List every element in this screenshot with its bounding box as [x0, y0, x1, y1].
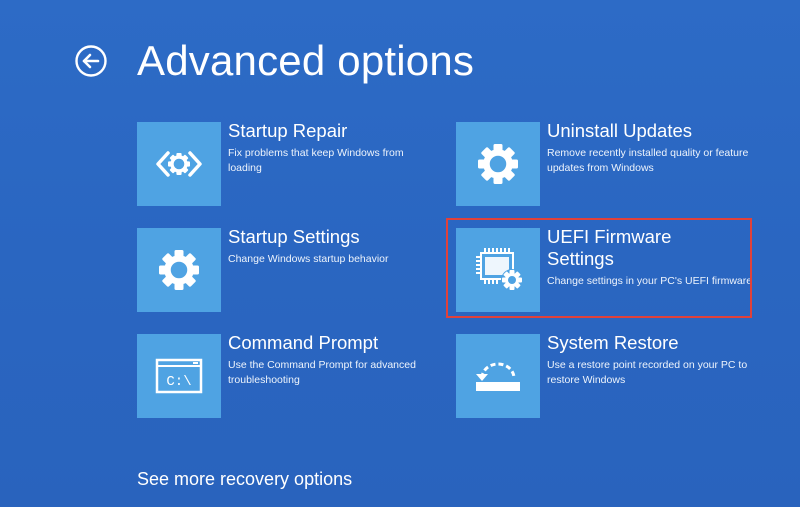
- tile-description: Fix problems that keep Windows from load…: [228, 147, 404, 174]
- tile-title: Startup Settings: [228, 226, 360, 247]
- tile-title: Uninstall Updates: [547, 120, 692, 141]
- command-prompt-glyph: C:\: [166, 374, 191, 390]
- recovery-screen: Advanced options Startup Repair Fix prob…: [0, 0, 800, 507]
- tile-icon-box: [456, 122, 540, 206]
- tile-title: Command Prompt: [228, 332, 379, 353]
- tile-icon-box: [456, 228, 540, 312]
- tile-text: System Restore Use a restore point recor…: [547, 332, 757, 388]
- back-arrow-icon: [75, 45, 107, 77]
- tile-icon-box: C:\: [137, 334, 221, 418]
- tile-description: Change settings in your PC's UEFI firmwa…: [547, 275, 753, 287]
- tile-icon-box: [137, 228, 221, 312]
- tile-icon-box: [456, 334, 540, 418]
- tile-text: UEFI Firmware Settings Change settings i…: [547, 226, 757, 289]
- firmware-chip-gear-icon: [476, 248, 523, 291]
- uninstall-updates-tile[interactable]: Uninstall Updates Remove recently instal…: [456, 120, 757, 206]
- back-button[interactable]: [74, 44, 108, 78]
- tile-description: Use the Command Prompt for advanced trou…: [228, 359, 416, 386]
- system-restore-icon: [476, 362, 520, 391]
- uefi-firmware-settings-tile[interactable]: UEFI Firmware Settings Change settings i…: [456, 226, 757, 312]
- tile-text: Startup Repair Fix problems that keep Wi…: [228, 120, 438, 176]
- see-more-recovery-options-link[interactable]: See more recovery options: [137, 467, 352, 491]
- tile-title: Startup Repair: [228, 120, 348, 141]
- gear-icon: [159, 250, 199, 290]
- system-restore-tile[interactable]: System Restore Use a restore point recor…: [456, 332, 757, 418]
- tile-description: Remove recently installed quality or fea…: [547, 147, 749, 174]
- tile-text: Startup Settings Change Windows startup …: [228, 226, 438, 267]
- tile-text: Command Prompt Use the Command Prompt fo…: [228, 332, 438, 388]
- tile-text: Uninstall Updates Remove recently instal…: [547, 120, 757, 176]
- tile-icon-box: [137, 122, 221, 206]
- page-title: Advanced options: [137, 37, 475, 84]
- startup-repair-icon: [156, 151, 202, 177]
- tile-description: Use a restore point recorded on your PC …: [547, 359, 748, 386]
- startup-repair-tile[interactable]: Startup Repair Fix problems that keep Wi…: [137, 120, 438, 206]
- command-prompt-icon: C:\: [155, 358, 203, 394]
- startup-settings-tile[interactable]: Startup Settings Change Windows startup …: [137, 226, 438, 312]
- gear-icon: [478, 144, 518, 184]
- command-prompt-tile[interactable]: C:\ Command Prompt Use the Command Promp…: [137, 332, 438, 418]
- tile-description: Change Windows startup behavior: [228, 253, 389, 265]
- tile-title: UEFI Firmware Settings: [547, 226, 672, 269]
- tile-title: System Restore: [547, 332, 679, 353]
